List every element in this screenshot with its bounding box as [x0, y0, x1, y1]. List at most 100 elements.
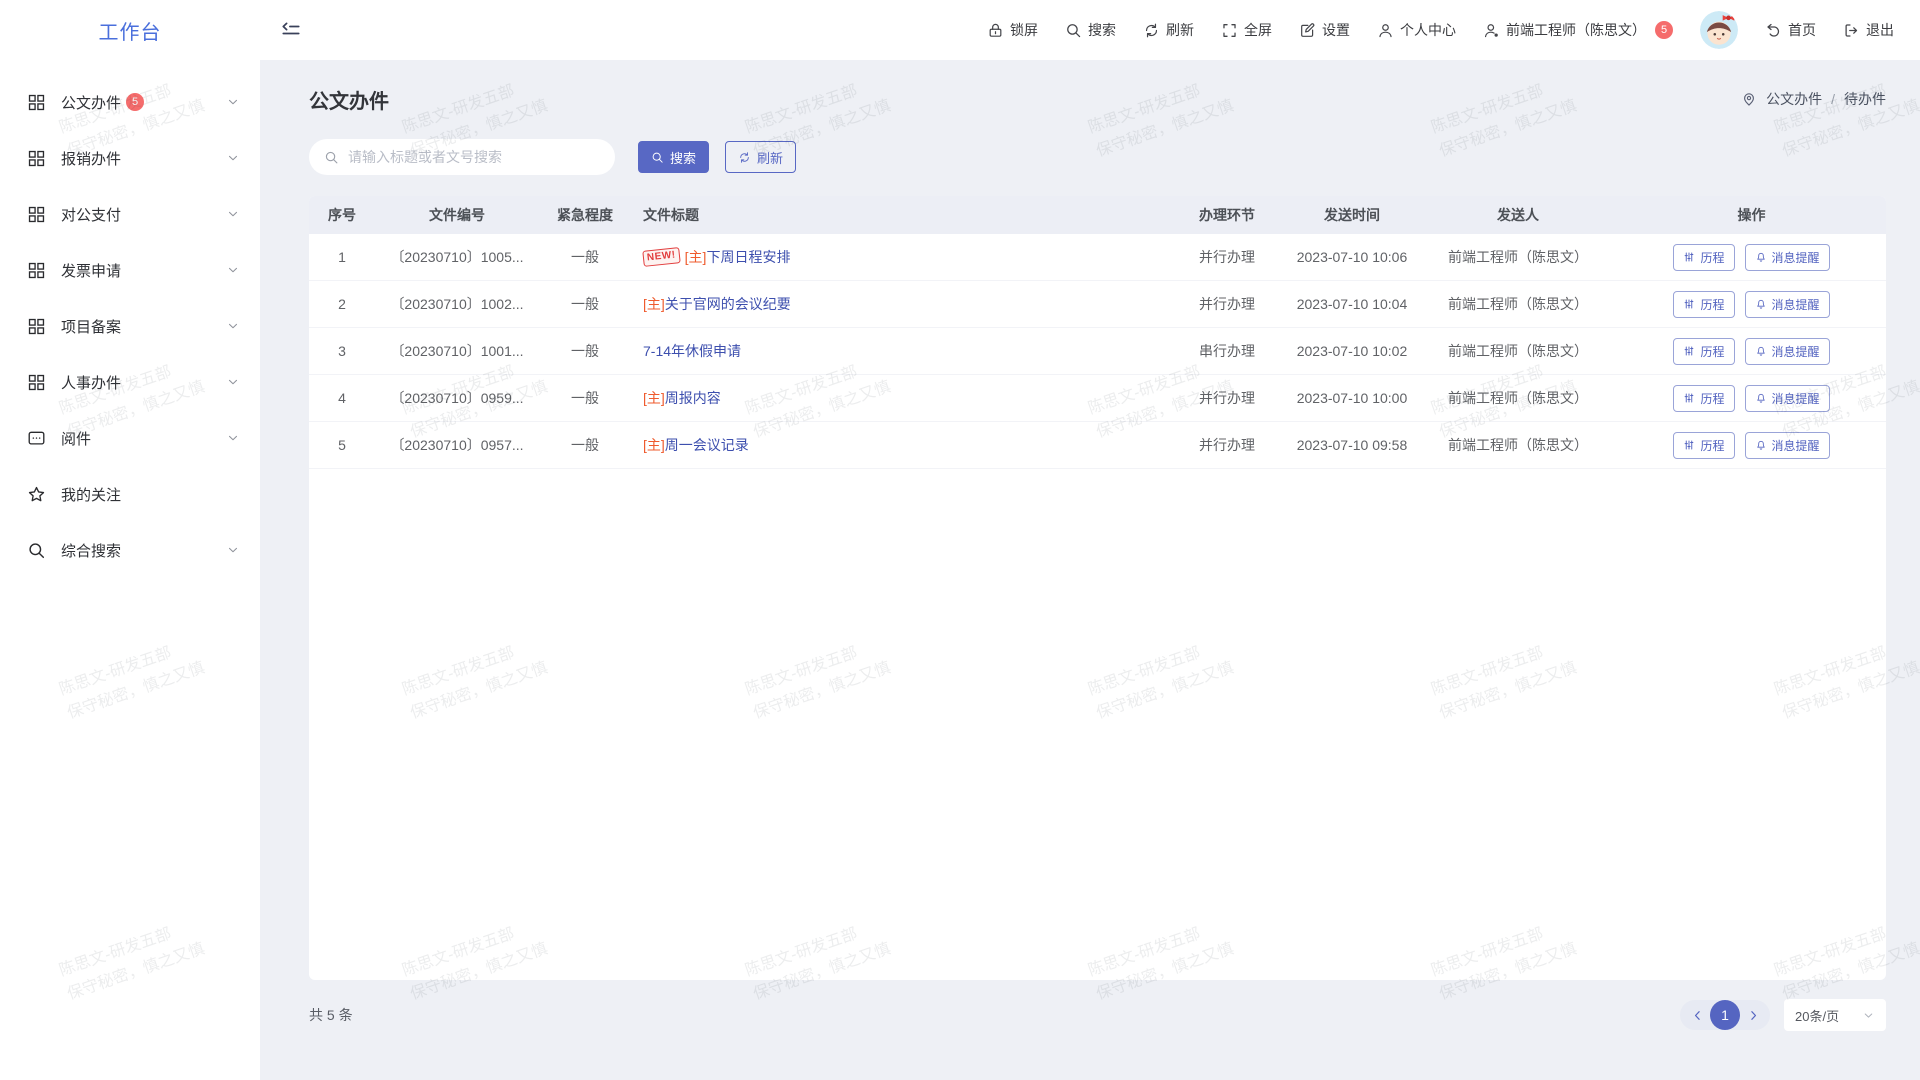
logout-button[interactable]: 退出	[1843, 20, 1894, 40]
table-row: 4 〔20230710〕0959... 一般 [主] 周报内容 并行办理 202…	[309, 375, 1886, 422]
refresh-icon	[738, 151, 751, 164]
new-badge: NEW!	[642, 247, 680, 267]
row-sender: 前端工程师（陈思文）	[1419, 281, 1617, 327]
search-toolbar: 搜索 刷新	[309, 139, 1886, 175]
row-urgency: 一般	[539, 281, 631, 327]
sidebar-item-label: 公文办件	[61, 92, 121, 113]
row-sender: 前端工程师（陈思文）	[1419, 234, 1617, 280]
row-doc-no: 〔20230710〕0959...	[375, 375, 539, 421]
sidebar-item-label: 对公支付	[61, 204, 121, 225]
row-doc-no: 〔20230710〕1002...	[375, 281, 539, 327]
home-button[interactable]: 首页	[1765, 20, 1816, 40]
logout-label: 退出	[1866, 20, 1894, 40]
row-step: 并行办理	[1169, 281, 1285, 327]
home-back-icon	[1765, 22, 1782, 39]
history-button[interactable]: 历程	[1673, 385, 1734, 412]
message-remind-button[interactable]: 消息提醒	[1745, 291, 1830, 318]
menu-fold-icon[interactable]	[280, 19, 302, 41]
chevron-down-icon	[226, 543, 240, 557]
fullscreen-button[interactable]: 全屏	[1221, 20, 1272, 40]
profile-center-button[interactable]: 个人中心	[1377, 20, 1456, 40]
sidebar-item-gongwen[interactable]: 公文办件 5	[0, 74, 260, 130]
history-label: 历程	[1700, 437, 1724, 454]
breadcrumb-root[interactable]: 公文办件	[1766, 89, 1822, 109]
document-title-link[interactable]: 7-14年休假申请	[643, 341, 741, 361]
search-button[interactable]: 搜索	[638, 141, 709, 173]
history-label: 历程	[1700, 249, 1724, 266]
lock-screen-button[interactable]: 锁屏	[987, 20, 1038, 40]
current-user[interactable]: 前端工程师（陈思文） 5	[1483, 20, 1673, 40]
location-pin-icon	[1741, 91, 1757, 107]
row-seq: 1	[309, 234, 375, 280]
column-header: 办理环节	[1169, 196, 1285, 234]
message-remind-button[interactable]: 消息提醒	[1745, 385, 1830, 412]
sliders-icon	[1683, 345, 1695, 357]
doc-tag: [主]	[643, 435, 665, 455]
row-sender: 前端工程师（陈思文）	[1419, 328, 1617, 374]
sidebar-item-yuejian[interactable]: 阅件	[0, 410, 260, 466]
sidebar-item-duigong[interactable]: 对公支付	[0, 186, 260, 242]
document-title-link[interactable]: NEW! [主] 下周日程安排	[643, 247, 790, 267]
document-title-link[interactable]: [主] 关于官网的会议纪要	[643, 294, 791, 314]
doc-title: 关于官网的会议纪要	[665, 294, 791, 314]
column-header: 文件编号	[375, 196, 539, 234]
sidebar-item-baoxiao[interactable]: 报销办件	[0, 130, 260, 186]
document-title-link[interactable]: [主] 周一会议记录	[643, 435, 749, 455]
doc-title: 7-14年休假申请	[643, 341, 741, 361]
message-remind-button[interactable]: 消息提醒	[1745, 244, 1830, 271]
sidebar-item-label: 发票申请	[61, 260, 121, 281]
refresh-page-label: 刷新	[1166, 20, 1194, 40]
doc-tag: [主]	[643, 294, 665, 314]
user-dot-icon	[1483, 22, 1500, 39]
row-urgency: 一般	[539, 328, 631, 374]
chevron-down-icon	[226, 263, 240, 277]
row-time: 2023-07-10 10:00	[1285, 375, 1419, 421]
document-title-link[interactable]: [主] 周报内容	[643, 388, 721, 408]
search-button-label: 搜索	[670, 148, 696, 167]
notification-badge: 5	[1655, 21, 1673, 39]
sidebar-item-label: 报销办件	[61, 148, 121, 169]
sidebar-item-renshi[interactable]: 人事办件	[0, 354, 260, 410]
avatar[interactable]	[1700, 11, 1738, 49]
next-page-button[interactable]	[1740, 1000, 1766, 1030]
settings-button[interactable]: 设置	[1299, 20, 1350, 40]
bell-icon	[1755, 392, 1767, 404]
refresh-button[interactable]: 刷新	[725, 141, 796, 173]
row-sender: 前端工程师（陈思文）	[1419, 422, 1617, 468]
sidebar-item-fapiao[interactable]: 发票申请	[0, 242, 260, 298]
table-row: 2 〔20230710〕1002... 一般 [主] 关于官网的会议纪要 并行办…	[309, 281, 1886, 328]
sidebar-item-sousuo[interactable]: 综合搜索	[0, 522, 260, 578]
row-step: 串行办理	[1169, 328, 1285, 374]
history-label: 历程	[1700, 390, 1724, 407]
home-label: 首页	[1788, 20, 1816, 40]
search-input[interactable]	[348, 149, 600, 165]
sliders-icon	[1683, 298, 1695, 310]
page-number-current[interactable]: 1	[1710, 1000, 1740, 1030]
chevron-down-icon	[226, 207, 240, 221]
row-seq: 3	[309, 328, 375, 374]
settings-icon	[1299, 22, 1316, 39]
sidebar-item-guanzhu[interactable]: 我的关注	[0, 466, 260, 522]
doc-tag: [主]	[685, 247, 707, 267]
doc-title: 下周日程安排	[706, 247, 790, 267]
global-search-button[interactable]: 搜索	[1065, 20, 1116, 40]
sliders-icon	[1683, 392, 1695, 404]
history-button[interactable]: 历程	[1673, 338, 1734, 365]
refresh-page-button[interactable]: 刷新	[1143, 20, 1194, 40]
history-button[interactable]: 历程	[1673, 432, 1734, 459]
page-size-select[interactable]: 20条/页	[1784, 999, 1886, 1031]
global-search-label: 搜索	[1088, 20, 1116, 40]
row-step: 并行办理	[1169, 422, 1285, 468]
chevron-down-icon	[226, 431, 240, 445]
prev-page-button[interactable]	[1684, 1000, 1710, 1030]
sidebar-menu: 公文办件 5 报销办件 对公支付 发票申请 项目备案 人事办件	[0, 60, 260, 578]
chevron-down-icon	[1862, 1009, 1875, 1022]
history-button[interactable]: 历程	[1673, 291, 1734, 318]
message-remind-button[interactable]: 消息提醒	[1745, 432, 1830, 459]
breadcrumb: 公文办件 / 待办件	[1741, 89, 1886, 109]
search-input-wrapper	[309, 139, 615, 175]
message-remind-button[interactable]: 消息提醒	[1745, 338, 1830, 365]
breadcrumb-current: 待办件	[1844, 89, 1886, 109]
history-button[interactable]: 历程	[1673, 244, 1734, 271]
sidebar-item-xiangmu[interactable]: 项目备案	[0, 298, 260, 354]
